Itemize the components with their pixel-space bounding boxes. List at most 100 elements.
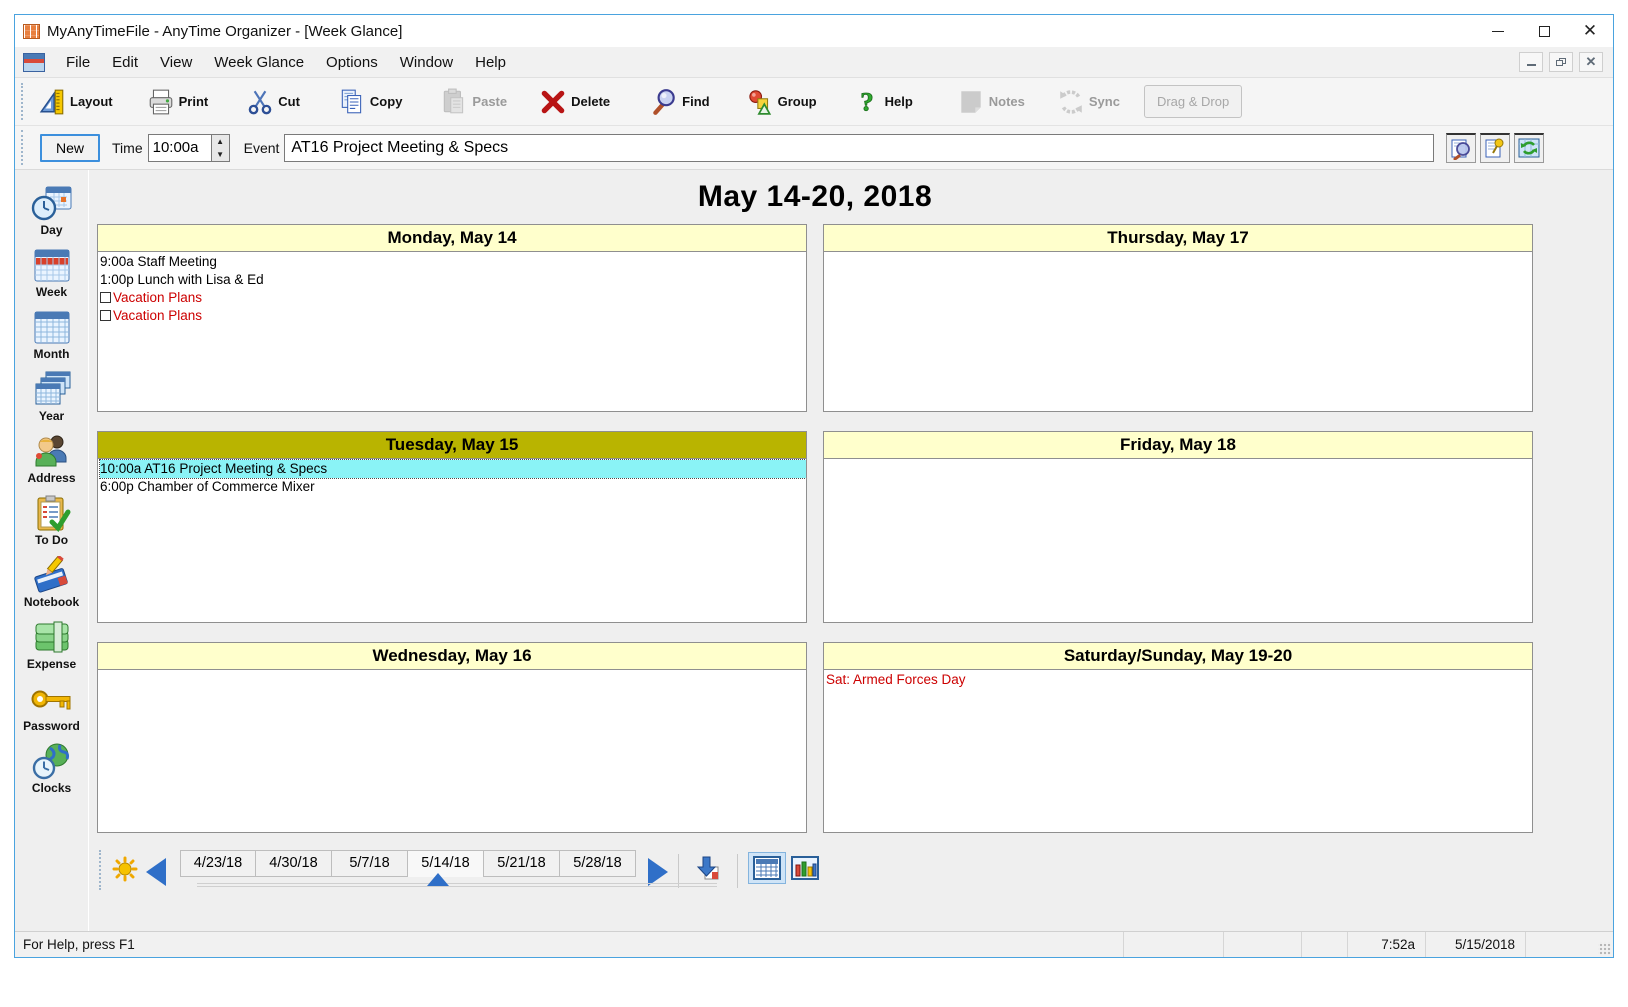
time-spinner: ▲ ▼ (148, 134, 230, 162)
todo-item[interactable]: Vacation Plans (100, 289, 806, 307)
maximize-button[interactable] (1521, 15, 1567, 47)
mdi-minimize-button[interactable] (1519, 52, 1543, 72)
paste-icon (440, 88, 468, 116)
find-button[interactable]: Find (644, 84, 719, 120)
day-body-tuesday[interactable]: 10:00a AT16 Project Meeting & Specs 6:00… (98, 459, 806, 622)
sidebar-item-week[interactable]: Week (15, 246, 88, 299)
status-help-text: For Help, press F1 (15, 937, 1123, 952)
time-label: Time (112, 140, 143, 156)
options-sun-icon[interactable] (112, 856, 138, 882)
event-find-button[interactable] (1446, 133, 1476, 163)
holiday-item[interactable]: Sat: Armed Forces Day (826, 671, 1532, 689)
week-tab[interactable]: 5/28/18 (560, 850, 636, 877)
status-time: 7:52a (1347, 932, 1425, 957)
next-week-arrow[interactable] (648, 858, 668, 886)
chart-view-button[interactable] (786, 852, 824, 884)
group-button[interactable]: Group (740, 84, 827, 120)
drag-drop-button[interactable]: Drag & Drop (1144, 85, 1242, 118)
menu-edit[interactable]: Edit (101, 49, 149, 76)
week-tab[interactable]: 4/23/18 (180, 850, 256, 877)
todo-checkbox[interactable] (100, 310, 111, 321)
cut-button[interactable]: Cut (240, 84, 310, 120)
day-header-friday[interactable]: Friday, May 18 (824, 432, 1532, 459)
minimize-button[interactable] (1475, 15, 1521, 47)
copy-button[interactable]: Copy (332, 84, 413, 120)
day-header-thursday[interactable]: Thursday, May 17 (824, 225, 1532, 252)
notes-icon (957, 88, 985, 116)
close-button[interactable]: ✕ (1567, 15, 1613, 47)
day-panel-monday: Monday, May 14 9:00a Staff Meeting 1:00p… (97, 224, 807, 412)
calendar-view-button[interactable] (748, 852, 786, 884)
goto-date-button[interactable] (689, 852, 727, 884)
menu-window[interactable]: Window (389, 49, 464, 76)
eventbar-gripper[interactable] (21, 130, 26, 164)
sidebar-item-address[interactable]: Address (15, 432, 88, 485)
sidebar-item-todo[interactable]: To Do (15, 494, 88, 547)
day-header-wednesday[interactable]: Wednesday, May 16 (98, 643, 806, 670)
document-calendar-icon[interactable] (23, 53, 45, 72)
sidebar-item-expense[interactable]: Expense (15, 618, 88, 671)
menu-help[interactable]: Help (464, 49, 517, 76)
week-tab[interactable]: 4/30/18 (256, 850, 332, 877)
mdi-close-button[interactable]: ✕ (1579, 52, 1603, 72)
sidebar-item-year[interactable]: Year (15, 370, 88, 423)
toolbar-gripper[interactable] (21, 83, 26, 121)
status-date: 5/15/2018 (1425, 932, 1525, 957)
sync-button[interactable]: Sync (1051, 84, 1130, 120)
menu-file[interactable]: File (55, 49, 101, 76)
layout-button[interactable]: Layout (32, 84, 123, 120)
delete-button[interactable]: Delete (533, 84, 620, 120)
todo-item[interactable]: Vacation Plans (100, 307, 806, 325)
event-label: Event (244, 140, 280, 156)
time-down-arrow[interactable]: ▼ (212, 148, 229, 161)
print-button[interactable]: Print (141, 84, 219, 120)
week-glance-view: May 14-20, 2018 Monday, May 14 9:00a Sta… (89, 170, 1613, 931)
print-icon (147, 88, 175, 116)
time-up-arrow[interactable]: ▲ (212, 135, 229, 148)
resize-grip[interactable] (1598, 942, 1611, 955)
event-item[interactable]: 9:00a Staff Meeting (100, 253, 806, 271)
window-title: MyAnyTimeFile - AnyTime Organizer - [Wee… (47, 23, 402, 40)
event-item-selected[interactable]: 10:00a AT16 Project Meeting & Specs (100, 460, 806, 478)
sidebar-item-day[interactable]: Day (15, 184, 88, 237)
event-item[interactable]: 6:00p Chamber of Commerce Mixer (100, 478, 806, 496)
todo-checkbox[interactable] (100, 292, 111, 303)
find-icon (650, 88, 678, 116)
notebook-icon (30, 556, 74, 596)
time-input[interactable] (149, 135, 211, 161)
help-button[interactable]: ? Help (847, 84, 923, 120)
new-button[interactable]: New (40, 134, 100, 162)
day-header-monday[interactable]: Monday, May 14 (98, 225, 806, 252)
sidebar-item-password[interactable]: Password (15, 680, 88, 733)
week-tab[interactable]: 5/7/18 (332, 850, 408, 877)
mdi-restore-button[interactable] (1549, 52, 1573, 72)
day-body-friday[interactable] (824, 459, 1532, 622)
weeknav-gripper[interactable] (99, 850, 104, 890)
day-header-tuesday[interactable]: Tuesday, May 15 (98, 432, 806, 459)
event-pin-button[interactable] (1480, 133, 1510, 163)
day-body-monday[interactable]: 9:00a Staff Meeting 1:00p Lunch with Lis… (98, 252, 806, 411)
paste-button[interactable]: Paste (434, 84, 517, 120)
menu-week-glance[interactable]: Week Glance (203, 49, 315, 76)
menu-view[interactable]: View (149, 49, 203, 76)
week-slider-track[interactable] (197, 883, 717, 887)
day-header-weekend[interactable]: Saturday/Sunday, May 19-20 (824, 643, 1532, 670)
menu-options[interactable]: Options (315, 49, 389, 76)
address-icon (30, 432, 74, 472)
event-input[interactable] (284, 134, 1434, 162)
week-slider-thumb[interactable] (427, 873, 449, 886)
day-body-thursday[interactable] (824, 252, 1532, 411)
event-sync-button[interactable] (1514, 133, 1544, 163)
day-body-wednesday[interactable] (98, 670, 806, 832)
sidebar-item-clocks[interactable]: Clocks (15, 742, 88, 795)
notes-button[interactable]: Notes (951, 84, 1035, 120)
week-tab[interactable]: 5/21/18 (484, 850, 560, 877)
event-item[interactable]: 1:00p Lunch with Lisa & Ed (100, 271, 806, 289)
day-body-weekend[interactable]: Sat: Armed Forces Day (824, 670, 1532, 832)
delete-icon (539, 88, 567, 116)
sidebar-item-notebook[interactable]: Notebook (15, 556, 88, 609)
clocks-icon (30, 742, 74, 782)
sidebar-item-month[interactable]: Month (15, 308, 88, 361)
sync-icon (1057, 88, 1085, 116)
previous-week-arrow[interactable] (146, 858, 166, 886)
